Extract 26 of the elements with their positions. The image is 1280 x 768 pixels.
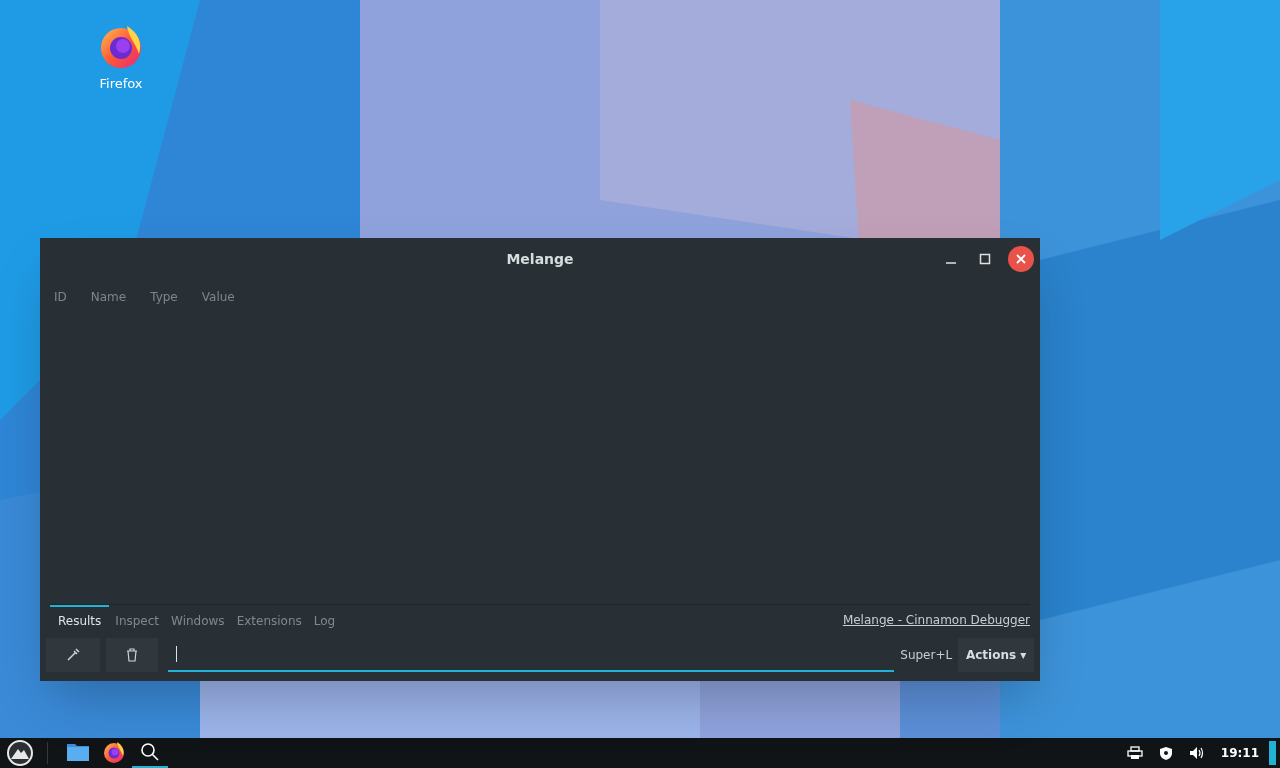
menu-icon[interactable] bbox=[6, 739, 34, 767]
column-header[interactable]: Value bbox=[201, 288, 235, 306]
eyedropper-icon bbox=[65, 648, 80, 662]
column-header[interactable]: Name bbox=[90, 288, 127, 306]
column-header[interactable]: ID bbox=[54, 288, 67, 306]
clear-button[interactable] bbox=[105, 638, 158, 672]
link[interactable]: Melange - Cinnamon Debugger bbox=[842, 611, 1030, 629]
close-icon[interactable] bbox=[1008, 246, 1034, 272]
firefox-icon bbox=[102, 740, 126, 764]
tab[interactable]: Results bbox=[50, 605, 110, 635]
folder-icon bbox=[66, 742, 90, 762]
column-header[interactable]: Type bbox=[150, 288, 178, 306]
tab[interactable]: Log bbox=[307, 605, 342, 635]
actions-button[interactable]: Actions ▾ bbox=[958, 638, 1034, 672]
printer-icon[interactable] bbox=[1126, 746, 1143, 760]
tab[interactable]: Windows bbox=[165, 605, 231, 635]
desktop-icon-label[interactable]: Firefox bbox=[99, 74, 143, 94]
tab[interactable]: Extensions bbox=[230, 605, 308, 635]
shield-icon[interactable] bbox=[1158, 745, 1173, 761]
window-title: Melange bbox=[506, 249, 574, 269]
trash-icon bbox=[124, 648, 139, 662]
search-icon bbox=[140, 742, 160, 762]
shortcut-label: Super+L bbox=[900, 647, 953, 664]
volume-icon[interactable] bbox=[1188, 746, 1205, 760]
tab[interactable]: Inspect bbox=[109, 605, 166, 635]
clock[interactable]: 19:11 bbox=[1220, 744, 1259, 762]
